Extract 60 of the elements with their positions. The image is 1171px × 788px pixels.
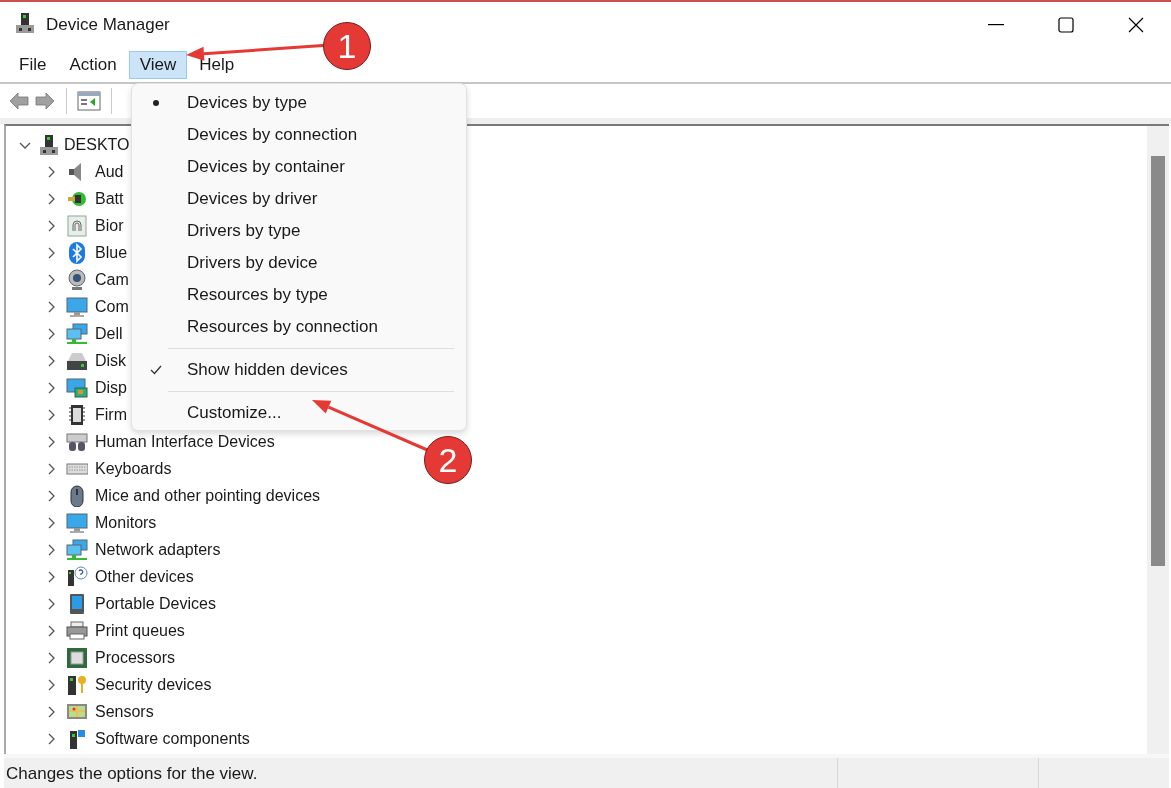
menu-item[interactable]: File [8,51,58,79]
chip-icon [66,403,88,426]
tree-item[interactable]: Portable Devices [95,594,216,613]
tree-item[interactable]: Monitors [95,513,157,532]
computer-icon [38,133,60,156]
tree-item[interactable]: Disp [95,378,127,397]
pane-toggle-icon[interactable] [77,90,101,112]
printer-icon [66,619,88,642]
tree-item[interactable]: Disk [95,351,127,370]
processor-icon [66,646,88,669]
tree-item[interactable]: Keyboards [95,459,172,478]
networked-monitors-icon [66,322,88,345]
networked-monitors-icon [66,538,88,561]
tree-item[interactable]: Com [95,297,129,316]
tree-item[interactable]: Bior [95,216,124,235]
maximize-icon[interactable] [1058,17,1074,33]
tree-item[interactable]: Cam [95,270,129,289]
menu-option[interactable]: Drivers by type [132,215,466,247]
tree-item[interactable]: Print queues [95,621,185,640]
menu-option[interactable]: Customize... [132,397,466,429]
menu-option[interactable]: Devices by connection [132,119,466,151]
monitor-icon [66,295,88,318]
tree-item[interactable]: Human Interface Devices [95,432,275,451]
tree-item[interactable]: Software components [95,729,250,748]
bluetooth-icon [66,241,88,264]
menu-option[interactable]: Devices by container [132,151,466,183]
fingerprint-icon [66,214,88,237]
tree-item[interactable]: Batt [95,189,124,208]
tree-item[interactable]: Mice and other pointing devices [95,486,321,505]
tree-item[interactable]: Processors [95,648,176,667]
tree-item[interactable]: Dell [95,324,123,343]
monitor-icon [66,511,88,534]
tree-item[interactable]: Security devices [95,675,212,694]
tree-item[interactable]: Aud [95,162,124,181]
status-text: Changes the options for the view. [5,763,259,785]
computer-icon [14,11,36,34]
device-question-icon [66,565,88,588]
tree-item[interactable]: Network adapters [95,540,221,559]
menu-item[interactable]: View [128,51,188,79]
tree-item[interactable]: Firm [95,405,127,424]
menu-option[interactable]: Resources by connection [132,311,466,343]
scrollbar[interactable] [1147,126,1169,754]
menu-option[interactable]: Devices by type [132,87,466,119]
display-adapter-icon [66,376,88,399]
menu-option[interactable]: Resources by type [132,279,466,311]
menu-option[interactable]: Devices by driver [132,183,466,215]
device-key-icon [66,673,88,696]
webcam-icon [66,268,88,291]
keyboard-controller-icon [66,430,88,453]
tree-item[interactable]: Other devices [95,567,194,586]
tree-item[interactable]: Blue [95,243,128,262]
menu-option[interactable]: Show hidden devices [132,354,466,386]
tree-item[interactable]: Sensors [95,702,154,721]
menu-item[interactable]: Help [188,51,246,79]
window-title: Device Manager [46,15,171,35]
tree-item[interactable]: DESKTO [64,135,130,154]
minimize-icon[interactable] [988,24,1004,26]
close-icon[interactable] [1128,17,1144,33]
menu-option[interactable]: Drivers by device [132,247,466,279]
menu-item[interactable]: Action [58,51,128,79]
